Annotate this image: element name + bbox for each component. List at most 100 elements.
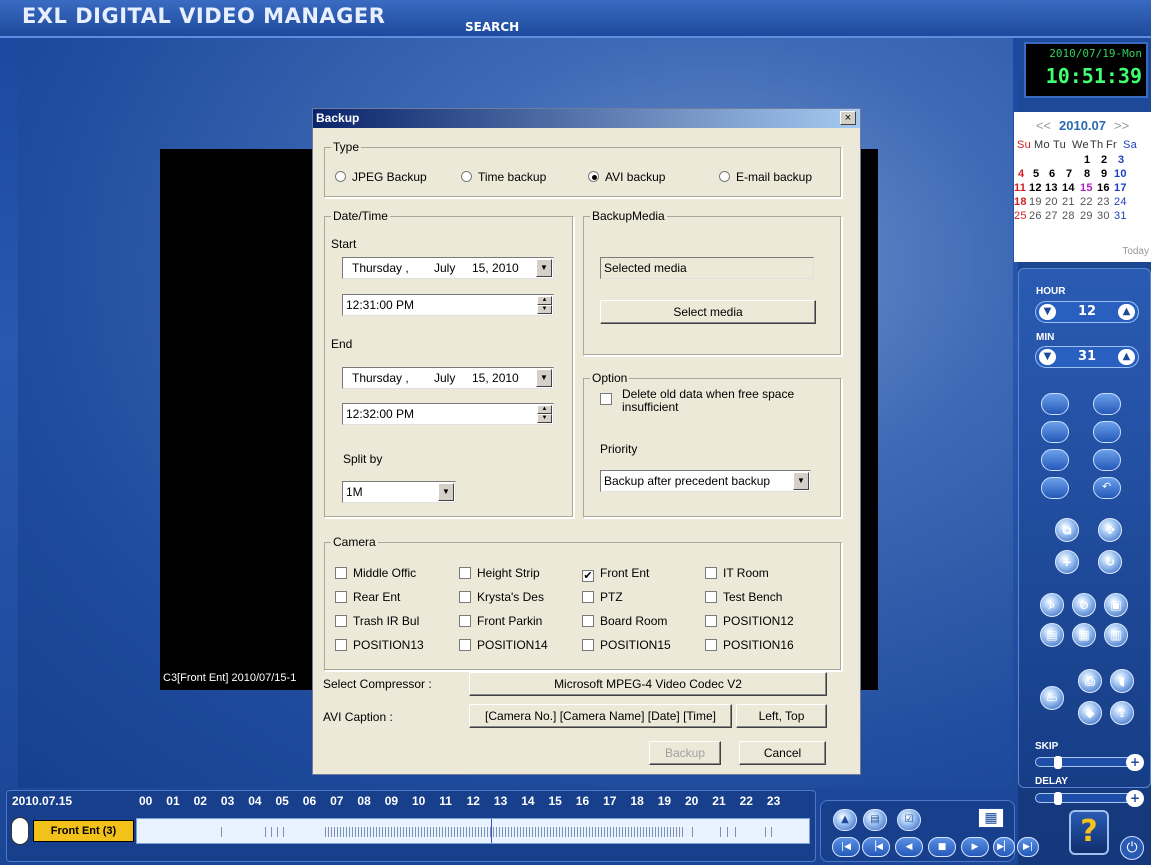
calendar-day[interactable]: 21 [1062, 196, 1075, 208]
radio-avi-backup[interactable]: AVI backup [588, 170, 665, 184]
camera-checkbox-ptz[interactable]: PTZ [582, 590, 623, 604]
calendar-today-link[interactable]: Today [1122, 246, 1149, 257]
camera-checkbox-height-strip[interactable]: Height Strip [459, 566, 540, 580]
calendar-day[interactable]: 16 [1097, 182, 1110, 194]
calendar-day[interactable]: 10 [1114, 168, 1127, 180]
refresh-button[interactable]: ↻ [1098, 550, 1122, 574]
camera-checkbox-trash-ir-bul[interactable]: Trash IR Bul [335, 614, 419, 628]
list-icon[interactable]: ▥ [1104, 623, 1128, 647]
backup-button[interactable]: Backup [649, 741, 721, 765]
calendar-day[interactable]: 24 [1114, 196, 1127, 208]
end-time-field[interactable]: 12:32:00 PM ▲ ▼ [342, 403, 554, 425]
camera-checkbox-test-bench[interactable]: Test Bench [705, 590, 782, 604]
calendar-day[interactable]: 4 [1018, 168, 1024, 180]
stop-button[interactable]: ■ [928, 837, 956, 857]
calendar-day[interactable]: 3 [1118, 154, 1124, 166]
hour-down-button[interactable]: ▼ [1039, 304, 1056, 320]
radio-jpeg-backup[interactable]: JPEG Backup [335, 170, 427, 184]
help-button[interactable]: ? [1069, 810, 1109, 855]
compressor-button[interactable]: Microsoft MPEG-4 Video Codec V2 [469, 672, 827, 696]
timeline-track[interactable] [136, 818, 810, 844]
calendar-day[interactable]: 29 [1080, 210, 1093, 222]
calendar-day[interactable]: 17 [1114, 182, 1127, 194]
spin-up-icon[interactable]: ▲ [537, 405, 552, 414]
calendar-day[interactable]: 11 [1014, 182, 1026, 194]
adjust-button[interactable] [1041, 477, 1069, 499]
export-icon[interactable]: ⇪ [1110, 701, 1134, 725]
move-button[interactable]: ✥ [1098, 518, 1122, 542]
search-icon[interactable]: ⌕ [1040, 593, 1064, 617]
radio-time-backup[interactable]: Time backup [461, 170, 546, 184]
copy-button[interactable]: ⧉ [1055, 518, 1079, 542]
up-icon[interactable]: ▲ [833, 809, 857, 831]
cancel-button[interactable]: Cancel [739, 741, 826, 765]
undo-button[interactable]: ↶ [1093, 477, 1121, 499]
camera-checkbox-position16[interactable]: POSITION16 [705, 638, 794, 652]
camera-checkbox-it-room[interactable]: IT Room [705, 566, 769, 580]
prev-frame-button[interactable]: ▕◀ [862, 837, 890, 857]
calendar-day[interactable]: 9 [1101, 168, 1107, 180]
power-icon[interactable]: ⏻ [1120, 836, 1144, 860]
calendar-day[interactable]: 15 [1080, 182, 1093, 194]
camera-checkbox-rear-ent[interactable]: Rear Ent [335, 590, 400, 604]
last-frame-button[interactable]: ▶| [1017, 837, 1039, 857]
save-icon[interactable]: ▤ [1040, 623, 1064, 647]
calendar-prev-button[interactable]: << [1036, 118, 1051, 133]
calendar-day[interactable]: 23 [1097, 196, 1110, 208]
next-frame-button[interactable]: ▶▏ [993, 837, 1015, 857]
camera-checkbox-position14[interactable]: POSITION14 [459, 638, 548, 652]
calendar-day[interactable]: 22 [1080, 196, 1093, 208]
calendar-day[interactable]: 31 [1114, 210, 1127, 222]
camera-checkbox-position15[interactable]: POSITION15 [582, 638, 671, 652]
camera-checkbox-krysta-s-des[interactable]: Krysta's Des [459, 590, 544, 604]
calendar-day[interactable]: 13 [1045, 182, 1058, 194]
radio-e-mail-backup[interactable]: E-mail backup [719, 170, 812, 184]
add-button[interactable]: + [1055, 550, 1079, 574]
delete-old-checkbox[interactable] [600, 392, 618, 406]
hour-up-button[interactable]: ▲ [1118, 304, 1135, 320]
close-icon[interactable]: × [840, 111, 856, 125]
calendar-day[interactable]: 14 [1062, 182, 1075, 194]
camera-checkbox-board-room[interactable]: Board Room [582, 614, 667, 628]
camera-checkbox-position13[interactable]: POSITION13 [335, 638, 424, 652]
tab-search[interactable]: SEARCH [465, 20, 519, 34]
camera-checkbox-middle-offic[interactable]: Middle Offic [335, 566, 416, 580]
calendar-day[interactable]: 28 [1062, 210, 1075, 222]
calendar-day[interactable]: 1 [1084, 154, 1090, 166]
start-time-field[interactable]: 12:31:00 PM ▲ ▼ [342, 294, 554, 316]
calendar-day[interactable]: 20 [1045, 196, 1058, 208]
compare-view-button[interactable] [1093, 393, 1121, 415]
caption-position-button[interactable]: Left, Top [736, 704, 827, 728]
timeline-cursor[interactable] [491, 819, 492, 843]
timeline-camera-label[interactable]: Front Ent (3) [33, 820, 134, 842]
print-icon[interactable]: ⎙ [1078, 669, 1102, 693]
split-view-button[interactable] [1041, 393, 1069, 415]
document-icon[interactable]: ▤ [863, 809, 887, 831]
mark-icon[interactable]: ◆ [1078, 701, 1102, 725]
delay-slider[interactable]: + [1035, 790, 1144, 807]
first-frame-button[interactable]: |◀ [832, 837, 860, 857]
color-button[interactable] [1093, 449, 1121, 471]
check-icon[interactable]: ☑ [897, 809, 921, 831]
calendar-day[interactable]: 25 [1014, 210, 1027, 222]
camera-checkbox-front-ent[interactable]: ✔ Front Ent [582, 566, 649, 582]
calendar-day[interactable]: 6 [1049, 168, 1055, 180]
calendar-day[interactable]: 5 [1033, 168, 1039, 180]
min-stepper[interactable]: ▼ 31 ▲ [1035, 346, 1139, 368]
start-date-picker[interactable]: Thursday , July 15, 2010 ▼ [342, 257, 554, 279]
caption-format-button[interactable]: [Camera No.] [Camera Name] [Date] [Time] [469, 704, 732, 728]
zoom-out-button[interactable] [1093, 421, 1121, 443]
search-clear-icon[interactable]: ⊘ [1072, 593, 1096, 617]
zoom-in-button[interactable] [1041, 421, 1069, 443]
end-date-picker[interactable]: Thursday , July 15, 2010 ▼ [342, 367, 554, 389]
min-down-button[interactable]: ▼ [1039, 349, 1056, 365]
chevron-down-icon[interactable]: ▼ [536, 259, 552, 277]
camera-checkbox-front-parkin[interactable]: Front Parkin [459, 614, 542, 628]
spin-down-icon[interactable]: ▼ [537, 305, 552, 314]
calendar-day[interactable]: 30 [1097, 210, 1110, 222]
select-media-button[interactable]: Select media [600, 300, 816, 324]
calendar-day[interactable]: 2 [1101, 154, 1107, 166]
backup-icon[interactable]: ▭ [1040, 686, 1064, 710]
min-up-button[interactable]: ▲ [1118, 349, 1135, 365]
calendar-day[interactable]: 26 [1029, 210, 1042, 222]
